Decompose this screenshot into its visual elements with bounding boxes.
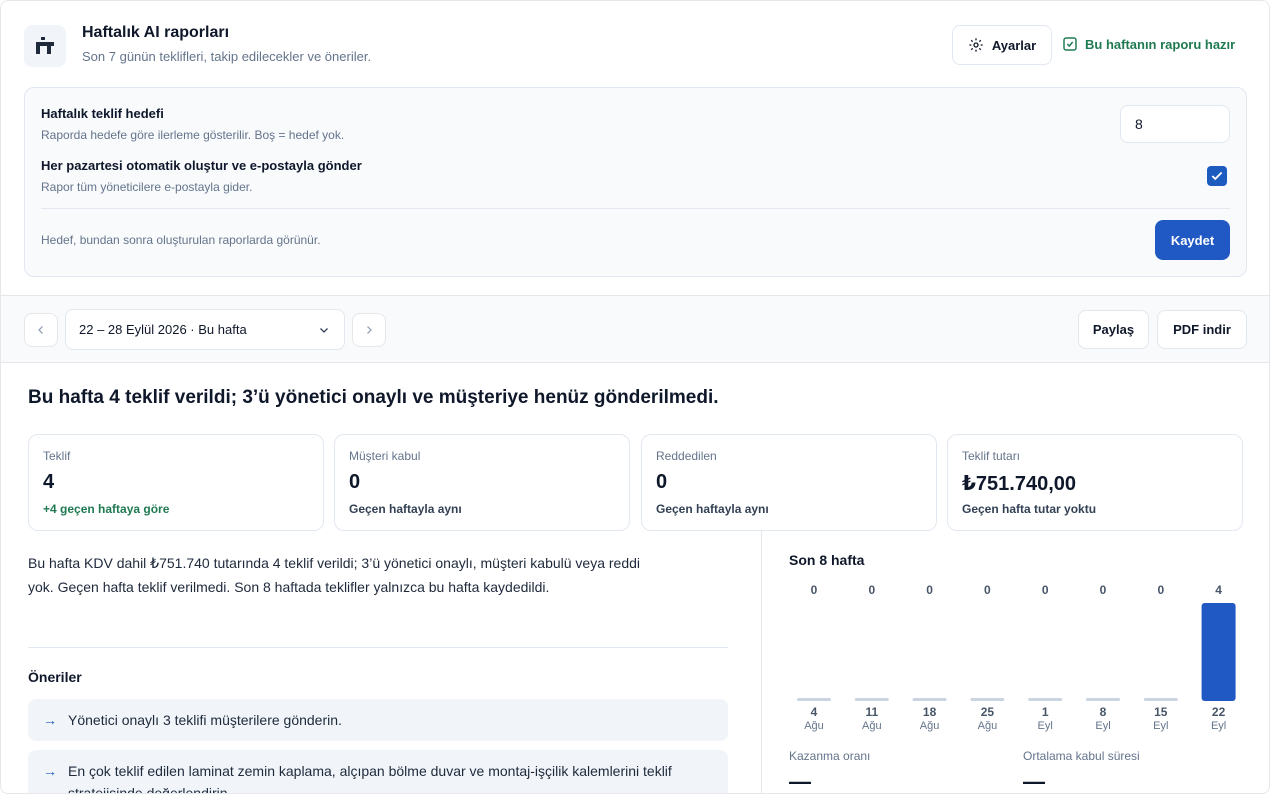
chevron-right-icon	[367, 326, 372, 334]
stat-value: 0	[656, 471, 668, 493]
auto-send-help: Rapor tüm yöneticilere e-postayla gider.	[41, 180, 253, 194]
recommendation-item: → Yönetici onaylı 3 teklifi müşterilere …	[28, 699, 728, 741]
stat-delta: Geçen haftayla aynı	[349, 502, 462, 516]
chart-bar	[854, 698, 889, 701]
auto-send-label: Her pazartesi otomatik oluştur ve e-post…	[41, 158, 362, 173]
logo-icon	[36, 37, 54, 54]
report-toolbar: 22 – 28 Eylül 2026 · Bu hafta Paylaş PDF…	[1, 295, 1269, 363]
report-ready-label: Bu haftanın raporu hazır	[1085, 36, 1236, 52]
x-tick-day: 8	[1100, 705, 1107, 719]
stat-value: 4	[43, 471, 55, 493]
chart-bar	[1028, 698, 1063, 701]
bar-value-label: 0	[984, 583, 991, 597]
goal-label: Haftalık teklif hedefi	[41, 106, 164, 121]
goal-input[interactable]	[1120, 105, 1230, 143]
bar-value-label: 0	[868, 583, 875, 597]
x-tick-day: 25	[981, 705, 995, 719]
save-button[interactable]: Kaydet	[1155, 220, 1230, 260]
page-title: Haftalık AI raporları	[82, 24, 230, 41]
x-tick-month: Eyl	[1038, 720, 1053, 732]
x-tick-day: 18	[923, 705, 937, 719]
x-tick-day: 11	[865, 705, 878, 719]
section-divider	[28, 647, 728, 648]
bar-value-label: 0	[1157, 583, 1164, 597]
column-divider	[761, 531, 762, 793]
bar-value-label: 4	[1215, 583, 1222, 597]
chart-bar	[912, 698, 947, 701]
prev-week-button[interactable]	[24, 313, 58, 347]
settings-button-label: Ayarlar	[991, 37, 1037, 53]
x-tick-month: Ağu	[862, 720, 882, 732]
x-tick-month: Ağu	[804, 720, 824, 732]
x-tick-month: Ağu	[978, 720, 998, 732]
stat-delta: Geçen haftayla aynı	[656, 502, 769, 516]
chart-title: Son 8 hafta	[789, 552, 865, 568]
win-rate-value: —	[789, 769, 811, 794]
report-headline: Bu hafta 4 teklif verildi; 3’ü yönetici …	[28, 387, 719, 408]
stat-card-rejected: Reddedilen 0 Geçen haftayla aynı	[641, 434, 937, 531]
gear-icon	[969, 38, 983, 52]
recommendations-title: Öneriler	[28, 669, 82, 685]
x-tick-day: 22	[1212, 705, 1226, 719]
x-tick-month: Ağu	[920, 720, 940, 732]
stat-label: Teklif tutarı	[962, 449, 1021, 463]
panel-divider	[41, 208, 1230, 209]
bar-value-label: 0	[926, 583, 933, 597]
auto-send-checkbox[interactable]	[1207, 166, 1227, 186]
stat-delta: Geçen hafta tutar yoktu	[962, 502, 1097, 516]
weekly-bar-chart: 04Ağu011Ağu018Ağu025Ağu01Eyl08Eyl015Eyl4…	[797, 583, 1236, 732]
recommendation-text: Yönetici onaylı 3 teklifi müşterilere gö…	[68, 712, 342, 728]
chart-bar	[1086, 698, 1120, 701]
chart-bar	[1201, 603, 1236, 701]
chart-bar	[970, 698, 1005, 701]
x-tick-month: Eyl	[1211, 720, 1226, 732]
share-button[interactable]: Paylaş	[1078, 310, 1149, 349]
app-logo	[24, 25, 66, 67]
report-page: Haftalık AI raporları Son 7 günün teklif…	[0, 0, 1270, 794]
chart-bar	[797, 698, 831, 701]
avg-accept-label: Ortalama kabul süresi	[1023, 749, 1140, 763]
bar-value-label: 0	[1042, 583, 1049, 597]
report-ready-status: Bu haftanın raporu hazır	[1062, 36, 1235, 52]
avg-accept-value: —	[1023, 769, 1045, 794]
stat-label: Reddedilen	[656, 449, 717, 463]
x-tick-day: 1	[1042, 705, 1049, 719]
stat-card-amount: Teklif tutarı ₺751.740,00 Geçen hafta tu…	[947, 434, 1243, 531]
stat-value: 0	[349, 471, 361, 493]
x-tick-month: Eyl	[1095, 720, 1110, 732]
chevron-down-icon	[320, 327, 328, 333]
checkmark-icon	[1211, 171, 1223, 181]
week-range-select[interactable]: 22 – 28 Eylül 2026 · Bu hafta	[65, 309, 345, 350]
goal-help: Raporda hedefe göre ilerleme gösterilir.…	[41, 128, 345, 142]
win-rate-label: Kazanma oranı	[789, 749, 871, 763]
arrow-right-icon: →	[43, 712, 57, 728]
stat-delta: +4 geçen haftaya göre	[43, 502, 170, 516]
report-summary: Bu hafta KDV dahil ₺751.740 tutarında 4 …	[28, 555, 641, 595]
stat-card-accepted: Müşteri kabul 0 Geçen haftayla aynı	[334, 434, 630, 531]
next-week-button[interactable]	[352, 313, 386, 347]
x-tick-day: 15	[1154, 705, 1168, 719]
check-square-icon	[1063, 37, 1077, 51]
stat-label: Teklif	[43, 449, 71, 463]
recommendation-text: En çok teklif edilen laminat zemin kapla…	[68, 763, 672, 794]
arrow-right-icon: →	[43, 763, 57, 779]
chart-bar	[1143, 698, 1178, 701]
settings-footer-note: Hedef, bundan sonra oluşturulan raporlar…	[41, 233, 321, 247]
bar-value-label: 0	[811, 583, 818, 597]
stat-value: ₺751.740,00	[962, 473, 1077, 495]
chevron-left-icon	[38, 326, 43, 334]
pdf-download-button[interactable]: PDF indir	[1157, 310, 1247, 349]
bar-value-label: 0	[1100, 583, 1107, 597]
settings-panel: Haftalık teklif hedefi Raporda hedefe gö…	[24, 87, 1247, 277]
settings-button[interactable]: Ayarlar	[952, 25, 1052, 65]
stat-card-offers: Teklif 4 +4 geçen haftaya göre	[28, 434, 324, 531]
page-subtitle: Son 7 günün teklifleri, takip edilecekle…	[82, 49, 372, 64]
x-tick-day: 4	[811, 705, 818, 719]
x-tick-month: Eyl	[1153, 720, 1168, 732]
week-range-label: 22 – 28 Eylül 2026 · Bu hafta	[79, 322, 247, 337]
stat-label: Müşteri kabul	[349, 449, 421, 463]
recommendation-item: → En çok teklif edilen laminat zemin kap…	[28, 750, 728, 794]
